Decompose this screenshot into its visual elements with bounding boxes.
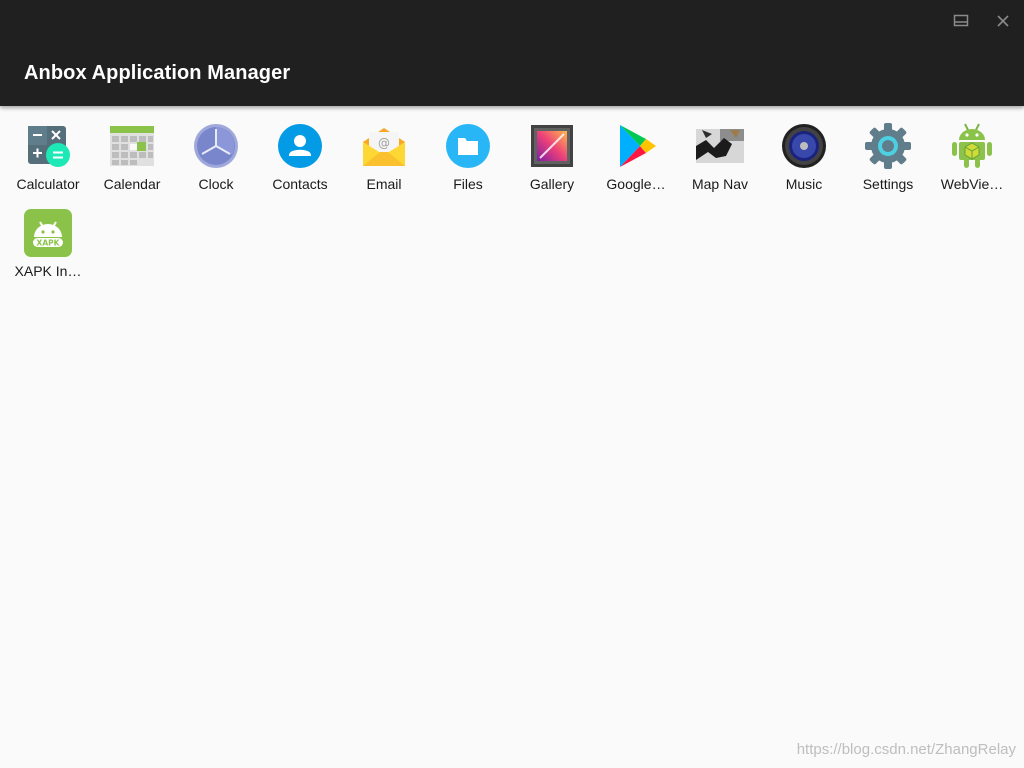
music-icon — [782, 124, 826, 168]
app-clock[interactable]: Clock — [174, 116, 258, 200]
settings-icon — [865, 123, 911, 169]
app-label: Settings — [862, 176, 914, 192]
app-label: XAPK In… — [14, 263, 82, 279]
app-map-nav[interactable]: Map Nav — [678, 116, 762, 200]
app-files[interactable]: Files — [426, 116, 510, 200]
app-contacts[interactable]: Contacts — [258, 116, 342, 200]
clock-icon — [194, 124, 238, 168]
files-icon — [446, 124, 490, 168]
app-label: WebVie… — [940, 176, 1004, 192]
watermark: https://blog.csdn.net/ZhangRelay — [796, 741, 1016, 758]
app-calendar[interactable]: Calendar — [90, 116, 174, 200]
xapk-installer-icon: XAPK — [24, 209, 72, 257]
app-label: Google… — [606, 176, 666, 192]
webview-android-icon — [952, 123, 992, 168]
app-label: Music — [785, 176, 823, 192]
window-title: Anbox Application Manager — [24, 62, 291, 84]
app-label: Files — [453, 176, 483, 192]
app-label: Map Nav — [691, 176, 749, 192]
svg-text:@: @ — [378, 136, 390, 150]
google-play-icon — [620, 125, 656, 167]
email-icon: @ — [363, 128, 405, 166]
map-nav-icon — [696, 129, 744, 163]
xapk-badge-text: XAPK — [37, 239, 61, 248]
app-webview[interactable]: WebVie… — [930, 116, 1014, 200]
calculator-icon — [28, 126, 70, 167]
close-button[interactable] — [991, 10, 1015, 32]
app-music[interactable]: Music — [762, 116, 846, 200]
app-label: Clock — [198, 176, 234, 192]
app-settings[interactable]: Settings — [846, 116, 930, 200]
app-label: Gallery — [529, 176, 575, 192]
app-label: Email — [366, 176, 402, 192]
gallery-icon — [531, 125, 573, 167]
close-icon — [997, 15, 1009, 27]
title-bar: Anbox Application Manager — [0, 0, 1024, 106]
app-label: Calendar — [103, 176, 161, 192]
calendar-icon — [110, 126, 154, 166]
app-xapk-installer[interactable]: XAPK XAPK In… — [6, 203, 90, 287]
app-email[interactable]: @ Email — [342, 116, 426, 200]
app-label: Calculator — [16, 176, 80, 192]
maximize-button[interactable] — [949, 10, 973, 32]
maximize-icon — [953, 14, 969, 27]
contacts-icon — [278, 124, 322, 168]
app-label: Contacts — [272, 176, 328, 192]
app-google-play[interactable]: Google… — [594, 116, 678, 200]
app-gallery[interactable]: Gallery — [510, 116, 594, 200]
app-calculator[interactable]: Calculator — [6, 116, 90, 200]
